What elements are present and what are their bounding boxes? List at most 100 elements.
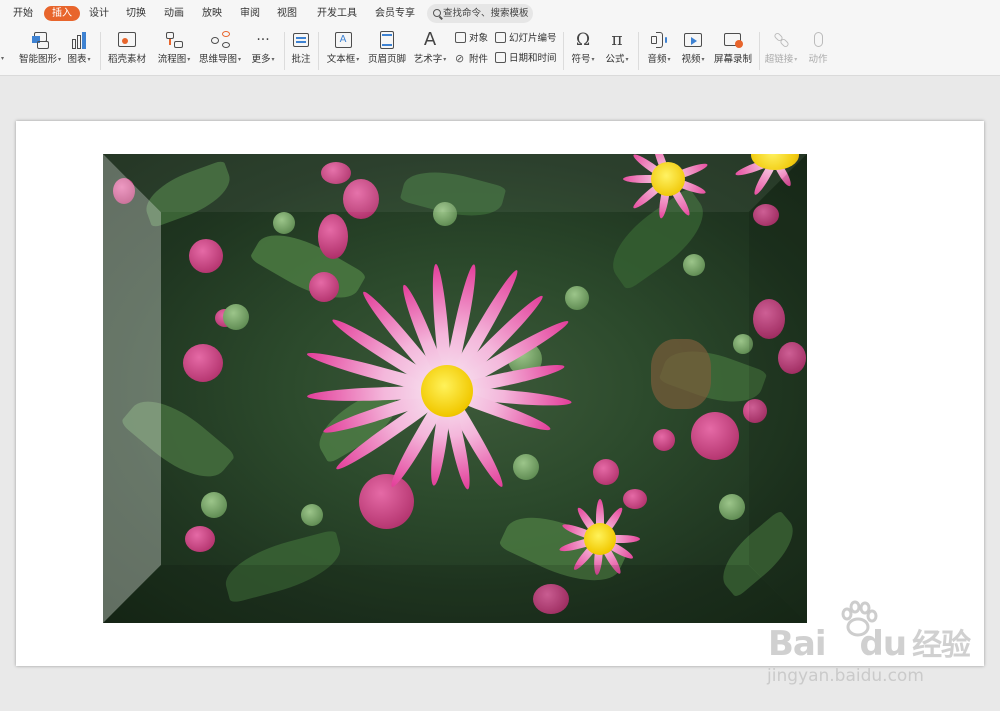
tab-view[interactable]: 视图 [277, 6, 297, 21]
smart-art-label: 智能图形 [18, 54, 57, 65]
leaf [249, 219, 367, 314]
action-label: 动作 [808, 54, 828, 65]
object-button[interactable]: 对象 [455, 32, 488, 46]
search-label: 查找命令、搜索模板 [443, 8, 529, 19]
screen-record-label: 屏幕录制 [713, 54, 752, 65]
green-bud [223, 304, 249, 330]
tab-animation[interactable]: 动画 [164, 6, 184, 21]
bevel-edge-right [749, 154, 807, 623]
pink-bud [309, 272, 339, 302]
slide-number-button[interactable]: 幻灯片编号 [495, 32, 557, 46]
date-time-button[interactable]: 日期和时间 [495, 52, 557, 66]
comment-button[interactable]: 批注 [288, 30, 314, 74]
paw-icon [841, 600, 878, 637]
flower-center [421, 365, 473, 417]
green-bud [565, 286, 589, 310]
menu-bar: 开始 插入 设计 切换 动画 放映 审阅 视图 开发工具 会员专享 查找命令、搜… [0, 0, 1000, 26]
audio-button[interactable]: 音频▾ [643, 30, 675, 74]
ribbon-separator [638, 32, 639, 70]
more-icon: ··· [256, 32, 270, 48]
more-button[interactable]: ··· 更多▾ [248, 30, 278, 74]
chart-button[interactable]: 图表▾ [64, 30, 94, 74]
bevel-edge-top [103, 154, 807, 212]
mouse-icon [807, 30, 829, 50]
video-button[interactable]: 视频▾ [677, 30, 709, 74]
symbol-button[interactable]: Ω 符号▾ [567, 30, 599, 74]
attachment-button[interactable]: ⊘ 附件 [455, 52, 488, 66]
docer-material-label: 稻壳素材 [107, 54, 146, 65]
slide-canvas[interactable] [16, 121, 984, 666]
screen-record-icon [722, 30, 744, 50]
link-icon [770, 30, 792, 50]
hyperlink-button[interactable]: 超链接▾ [763, 30, 799, 74]
audio-label: 音频 [647, 54, 667, 65]
pink-bud [183, 344, 223, 382]
bevel-edge-bottom [103, 565, 807, 623]
tab-insert[interactable]: 插入 [44, 6, 80, 21]
scroll-left-caret[interactable]: ▾ [1, 55, 4, 62]
smart-art-button[interactable]: 智能图形▾ [12, 30, 68, 74]
formula-label: 公式 [605, 54, 625, 65]
date-time-label: 日期和时间 [509, 53, 557, 64]
mindmap-button[interactable]: 思维导图▾ [196, 30, 244, 74]
header-footer-button[interactable]: 页眉页脚 [366, 30, 408, 74]
video-icon [682, 30, 704, 50]
pink-bud [593, 459, 619, 485]
docer-material-button[interactable]: 稻壳素材 [106, 30, 148, 74]
calendar-icon [495, 52, 506, 63]
tab-member[interactable]: 会员专享 [375, 6, 415, 21]
attachment-label: 附件 [469, 54, 489, 65]
comment-icon [290, 30, 312, 50]
formula-button[interactable]: π 公式▾ [601, 30, 633, 74]
tab-design[interactable]: 设计 [89, 6, 109, 21]
header-footer-label: 页眉页脚 [367, 54, 406, 65]
ribbon-separator [284, 32, 285, 70]
hyperlink-label: 超链接 [764, 54, 794, 65]
omega-icon: Ω [575, 30, 591, 50]
pink-bud [691, 412, 739, 460]
material-icon [116, 30, 138, 50]
chart-label: 图表 [67, 54, 87, 65]
tab-home[interactable]: 开始 [13, 6, 33, 21]
pink-bud [623, 489, 647, 509]
symbol-label: 符号 [571, 54, 591, 65]
tab-transition[interactable]: 切换 [126, 6, 146, 21]
speaker-icon [648, 30, 670, 50]
wordart-label: 艺术字 [413, 54, 443, 65]
command-search[interactable]: 查找命令、搜索模板 [427, 4, 533, 23]
smart-art-icon [29, 30, 51, 50]
green-bud [201, 492, 227, 518]
search-icon [433, 9, 441, 17]
mindmap-icon [209, 30, 231, 50]
flowchart-button[interactable]: 流程图▾ [154, 30, 194, 74]
header-footer-icon [376, 30, 398, 50]
video-label: 视频 [681, 54, 701, 65]
pink-bud [185, 526, 215, 552]
textbox-button[interactable]: A 文本框▾ [323, 30, 363, 74]
tab-review[interactable]: 审阅 [240, 6, 260, 21]
slide-number-icon [495, 32, 506, 43]
flowchart-label: 流程图 [157, 54, 187, 65]
green-bud [513, 454, 539, 480]
object-icon [455, 32, 466, 43]
pink-bud [189, 239, 223, 273]
more-label: 更多 [251, 54, 271, 65]
wordart-button[interactable]: A 艺术字▾ [411, 30, 449, 74]
textbox-label: 文本框 [326, 54, 356, 65]
flowchart-icon [163, 30, 185, 50]
ribbon-separator [100, 32, 101, 70]
chart-icon [68, 30, 90, 50]
comment-label: 批注 [291, 54, 311, 65]
screen-record-button[interactable]: 屏幕录制 [712, 30, 754, 74]
tab-slideshow[interactable]: 放映 [202, 6, 222, 21]
action-button[interactable]: 动作 [804, 30, 832, 74]
green-bud [301, 504, 323, 526]
tab-developer[interactable]: 开发工具 [317, 6, 357, 21]
mindmap-label: 思维导图 [198, 54, 237, 65]
ribbon-separator [759, 32, 760, 70]
green-bud [683, 254, 705, 276]
pink-bud [653, 429, 675, 451]
ribbon-separator [563, 32, 564, 70]
chrysanthemum-photo[interactable] [103, 154, 807, 623]
object-label: 对象 [469, 33, 489, 44]
